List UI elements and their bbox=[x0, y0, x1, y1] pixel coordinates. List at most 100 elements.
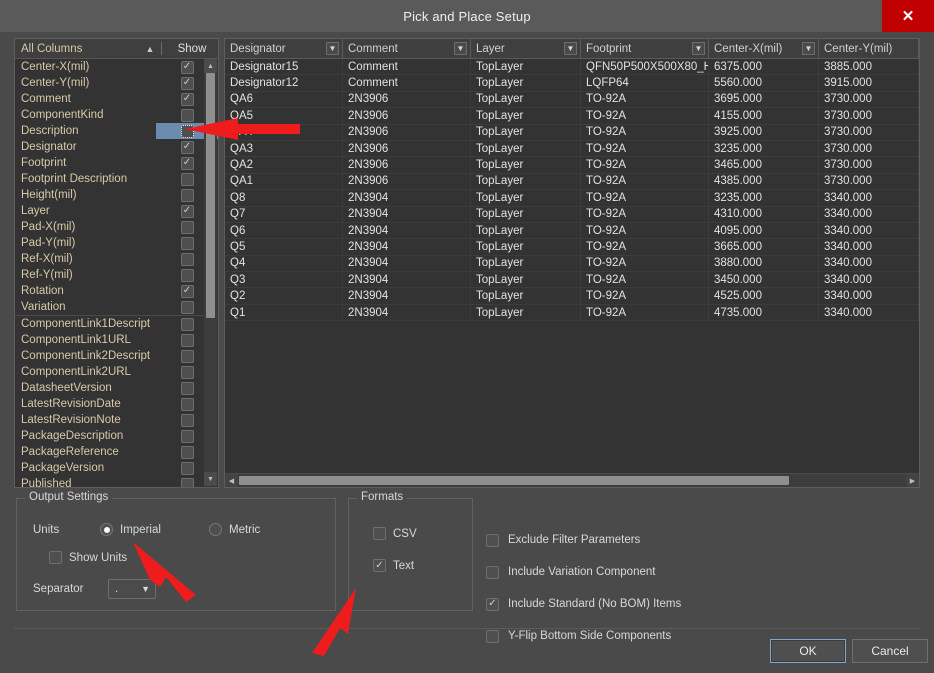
column-show-checkbox[interactable] bbox=[180, 317, 194, 331]
column-list-item[interactable]: Comment ✓ bbox=[15, 91, 218, 107]
column-list-item[interactable]: Height(mil) bbox=[15, 187, 218, 203]
column-show-checkbox[interactable] bbox=[180, 300, 194, 314]
column-list-item[interactable]: PackageReference bbox=[15, 444, 218, 460]
table-row[interactable]: Designator12 Comment TopLayer LQFP64 5560.00… bbox=[225, 75, 919, 92]
separator-dropdown[interactable]: . ▼ bbox=[108, 579, 156, 599]
column-list-item[interactable]: Published bbox=[15, 476, 218, 487]
table-column-header[interactable]: Footprint ▼ bbox=[581, 39, 709, 59]
column-list-item[interactable]: PackageDescription bbox=[15, 428, 218, 444]
column-list-item[interactable]: PackageVersion bbox=[15, 460, 218, 476]
table-row[interactable]: Q6 2N3904 TopLayer TO-92A 4095.000 3340.000 bbox=[225, 222, 919, 240]
chevron-down-icon[interactable]: ▼ bbox=[141, 584, 150, 594]
filter-icon[interactable]: ▼ bbox=[802, 42, 815, 55]
all-columns-header[interactable]: All Columns bbox=[15, 43, 143, 55]
column-list-item[interactable]: Layer ✓ bbox=[15, 203, 218, 219]
column-list-item[interactable]: Variation bbox=[15, 299, 218, 315]
table-row[interactable]: QA6 2N3906 TopLayer TO-92A 3695.000 3730.000 bbox=[225, 91, 919, 109]
show-units-label[interactable]: Show Units bbox=[69, 552, 127, 564]
column-show-checkbox[interactable] bbox=[180, 220, 194, 234]
column-show-checkbox[interactable] bbox=[180, 108, 194, 122]
imperial-label[interactable]: Imperial bbox=[120, 524, 161, 536]
column-show-checkbox[interactable] bbox=[180, 461, 194, 475]
export-option-row[interactable]: Exclude Filter Parameters bbox=[486, 532, 681, 548]
csv-label[interactable]: CSV bbox=[393, 528, 417, 540]
column-list-item[interactable]: ComponentKind bbox=[15, 107, 218, 123]
column-list-item[interactable]: ComponentLink2Descript bbox=[15, 348, 218, 364]
export-option-checkbox[interactable]: ✓ bbox=[486, 597, 499, 611]
sort-ascending-icon[interactable]: ▲ bbox=[143, 44, 157, 54]
column-show-checkbox[interactable]: ✓ bbox=[180, 204, 194, 218]
export-option-row[interactable]: ✓ Include Standard (No BOM) Items bbox=[486, 596, 681, 612]
column-show-checkbox[interactable] bbox=[180, 236, 194, 250]
cancel-button[interactable]: Cancel bbox=[852, 639, 928, 663]
table-row[interactable]: Q1 2N3904 TopLayer TO-92A 4735.000 3340.000 bbox=[225, 304, 919, 322]
column-show-checkbox[interactable] bbox=[180, 252, 194, 266]
table-column-header[interactable]: Center-Y(mil) bbox=[819, 39, 919, 59]
column-show-checkbox[interactable] bbox=[180, 413, 194, 427]
column-list-item[interactable]: Footprint ✓ bbox=[15, 155, 218, 171]
h-scroll-thumb[interactable] bbox=[239, 476, 789, 485]
column-list-item[interactable]: LatestRevisionDate bbox=[15, 396, 218, 412]
column-show-checkbox[interactable] bbox=[180, 365, 194, 379]
column-list-item[interactable]: Center-X(mil) ✓ bbox=[15, 59, 218, 75]
column-list-item[interactable]: Pad-Y(mil) bbox=[15, 235, 218, 251]
column-list-item[interactable]: Footprint Description bbox=[15, 171, 218, 187]
column-list-item[interactable]: ComponentLink1Descript bbox=[15, 316, 218, 332]
column-show-checkbox[interactable] bbox=[180, 124, 194, 138]
scroll-up-icon[interactable]: ▲ bbox=[204, 59, 217, 73]
columns-list[interactable]: Center-X(mil) ✓ Center-Y(mil) ✓ Comment ✓ Comp… bbox=[15, 59, 218, 487]
table-row[interactable]: QA5 2N3906 TopLayer TO-92A 4155.000 3730.000 bbox=[225, 108, 919, 125]
table-horizontal-scrollbar[interactable]: ◀ ▶ bbox=[225, 473, 919, 487]
export-option-row[interactable]: Y-Flip Bottom Side Components bbox=[486, 628, 681, 644]
table-column-header[interactable]: Comment ▼ bbox=[343, 39, 471, 59]
column-show-checkbox[interactable]: ✓ bbox=[180, 156, 194, 170]
show-header[interactable]: Show bbox=[166, 43, 218, 55]
column-list-item[interactable]: Rotation ✓ bbox=[15, 283, 218, 299]
column-list-item[interactable]: LatestRevisionNote bbox=[15, 412, 218, 428]
column-show-checkbox[interactable] bbox=[180, 445, 194, 459]
filter-icon[interactable]: ▼ bbox=[326, 42, 339, 55]
column-show-checkbox[interactable] bbox=[180, 172, 194, 186]
columns-list-scrollbar[interactable]: ▲ ▼ bbox=[204, 59, 217, 486]
table-column-header[interactable]: Center-X(mil) ▼ bbox=[709, 39, 819, 59]
table-row[interactable]: QA2 2N3906 TopLayer TO-92A 3465.000 3730.000 bbox=[225, 157, 919, 174]
export-option-checkbox[interactable] bbox=[486, 565, 499, 579]
scroll-right-icon[interactable]: ▶ bbox=[906, 474, 919, 487]
text-label[interactable]: Text bbox=[393, 560, 414, 572]
column-list-item[interactable]: Pad-X(mil) bbox=[15, 219, 218, 235]
scroll-down-icon[interactable]: ▼ bbox=[204, 472, 217, 486]
column-list-item[interactable]: Ref-X(mil) bbox=[15, 251, 218, 267]
filter-icon[interactable]: ▼ bbox=[692, 42, 705, 55]
column-show-checkbox[interactable] bbox=[180, 381, 194, 395]
csv-checkbox[interactable] bbox=[373, 527, 386, 540]
column-show-checkbox[interactable]: ✓ bbox=[180, 284, 194, 298]
table-row[interactable]: Q8 2N3904 TopLayer TO-92A 3235.000 3340.000 bbox=[225, 190, 919, 207]
export-option-checkbox[interactable] bbox=[486, 533, 499, 547]
metric-radio[interactable] bbox=[209, 523, 222, 536]
show-units-checkbox[interactable] bbox=[49, 551, 62, 564]
table-row[interactable]: Designator15 Comment TopLayer QFN50P500X500… bbox=[225, 59, 919, 76]
column-list-item[interactable]: Description bbox=[15, 123, 218, 139]
imperial-radio[interactable] bbox=[100, 523, 113, 536]
column-show-checkbox[interactable] bbox=[180, 333, 194, 347]
column-list-item[interactable]: Designator ✓ bbox=[15, 139, 218, 155]
filter-icon[interactable]: ▼ bbox=[564, 42, 577, 55]
column-list-item[interactable]: Center-Y(mil) ✓ bbox=[15, 75, 218, 91]
table-row[interactable]: QA1 2N3906 TopLayer TO-92A 4385.000 3730.000 bbox=[225, 173, 919, 191]
filter-icon[interactable]: ▼ bbox=[454, 42, 467, 55]
metric-label[interactable]: Metric bbox=[229, 524, 260, 536]
column-show-checkbox[interactable]: ✓ bbox=[180, 76, 194, 90]
text-checkbox[interactable]: ✓ bbox=[373, 559, 386, 572]
column-show-checkbox[interactable]: ✓ bbox=[180, 92, 194, 106]
table-column-header[interactable]: Layer ▼ bbox=[471, 39, 581, 59]
column-list-item[interactable]: ComponentLink1URL bbox=[15, 332, 218, 348]
column-list-item[interactable]: DatasheetVersion bbox=[15, 380, 218, 396]
column-show-checkbox[interactable] bbox=[180, 477, 194, 487]
scroll-left-icon[interactable]: ◀ bbox=[225, 474, 238, 487]
table-row[interactable]: Q3 2N3904 TopLayer TO-92A 3450.000 3340.000 bbox=[225, 272, 919, 289]
close-icon[interactable]: ✕ bbox=[882, 0, 934, 32]
table-row[interactable]: Q4 2N3904 TopLayer TO-92A 3880.000 3340.000 bbox=[225, 255, 919, 273]
table-body[interactable]: Designator15 Comment TopLayer QFN50P500X500… bbox=[225, 59, 919, 473]
ok-button[interactable]: OK bbox=[770, 639, 846, 663]
column-list-item[interactable]: Ref-Y(mil) bbox=[15, 267, 218, 283]
